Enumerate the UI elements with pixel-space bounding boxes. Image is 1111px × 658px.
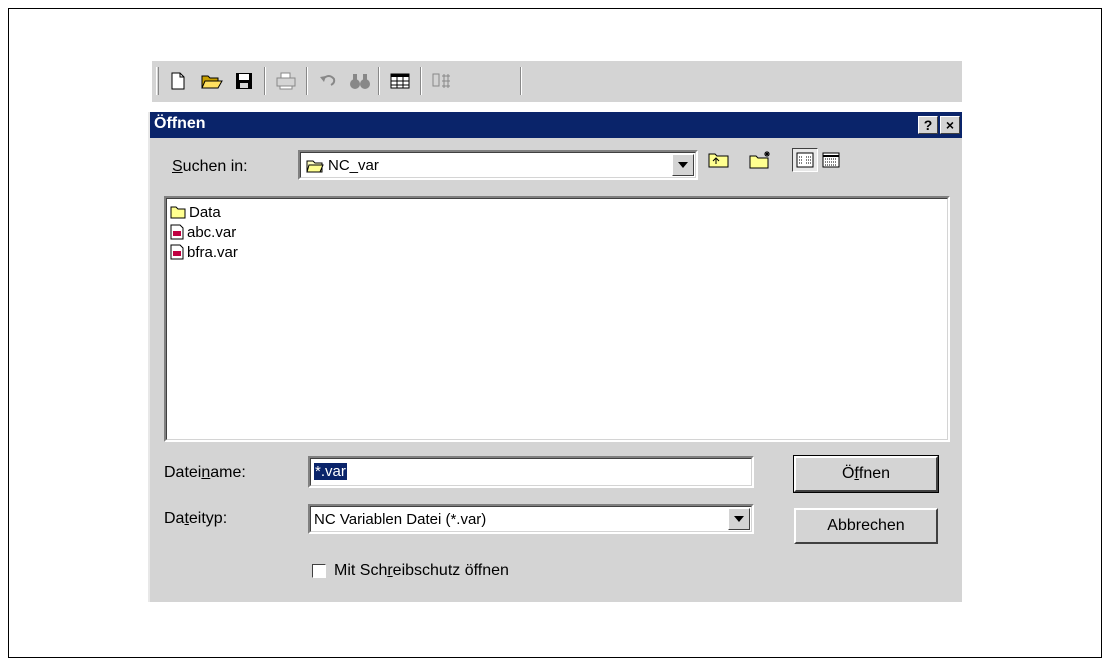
folder-icon xyxy=(170,206,186,219)
look-in-label: Suchen in: xyxy=(172,158,248,175)
filetype-value: NC Variablen Datei (*.var) xyxy=(314,511,487,528)
file-list[interactable]: Data abc.var bfra.var xyxy=(164,196,950,442)
filetype-dropdown-button[interactable] xyxy=(728,508,750,530)
chevron-down-icon xyxy=(678,162,688,168)
readonly-label[interactable]: Mit Schreibschutz öffnen xyxy=(334,562,509,580)
open-button[interactable]: Öf fnen xyxy=(793,455,939,493)
close-button[interactable]: × xyxy=(940,116,960,134)
dialog-title: Öffnen xyxy=(154,115,206,132)
toolbar-separator xyxy=(420,67,422,95)
look-in-combo[interactable]: NC_var xyxy=(298,150,698,180)
details-view-icon xyxy=(822,152,840,168)
help-button[interactable]: ? xyxy=(918,116,938,134)
details-view-button[interactable] xyxy=(818,148,844,172)
find-icon[interactable] xyxy=(348,69,372,93)
dialog-titlebar[interactable]: Öffnen ? × xyxy=(150,112,962,138)
filetype-label: Dateityp: xyxy=(164,510,228,527)
toolbar-separator xyxy=(306,67,308,95)
new-folder-button[interactable] xyxy=(748,148,774,172)
list-view-icon xyxy=(796,152,814,168)
filename-input[interactable]: *.var xyxy=(308,456,754,488)
open-folder-icon[interactable] xyxy=(200,69,224,93)
list-item[interactable]: abc.var xyxy=(170,222,236,242)
list-item[interactable]: bfra.var xyxy=(170,242,238,262)
open-dialog: Öffnen ? × Suchen in: NC_var Data abc.va… xyxy=(148,112,962,602)
filename-value: *.var xyxy=(314,463,347,480)
readonly-checkbox[interactable] xyxy=(312,564,326,578)
var-file-icon xyxy=(170,244,184,260)
open-folder-icon xyxy=(306,160,324,172)
table-icon[interactable] xyxy=(388,69,412,93)
filename-label: Dateiname: xyxy=(164,464,246,481)
new-folder-icon xyxy=(749,151,770,169)
look-in-dropdown-button[interactable] xyxy=(672,154,694,176)
look-in-value: NC_var xyxy=(328,157,379,174)
var-file-icon xyxy=(170,224,184,240)
file-name: abc.var xyxy=(187,223,237,241)
file-name: bfra.var xyxy=(187,243,238,261)
up-one-level-button[interactable] xyxy=(706,148,732,172)
network-icon[interactable] xyxy=(430,69,454,93)
filetype-select[interactable]: NC Variablen Datei (*.var) xyxy=(308,504,754,534)
toolbar xyxy=(152,60,962,102)
toolbar-separator xyxy=(378,67,380,95)
list-item[interactable]: Data xyxy=(170,202,221,222)
save-icon[interactable] xyxy=(232,69,256,93)
new-file-icon[interactable] xyxy=(166,69,190,93)
list-view-button[interactable] xyxy=(792,148,818,172)
file-name: Data xyxy=(189,203,221,221)
print-icon[interactable] xyxy=(274,69,298,93)
undo-icon[interactable] xyxy=(316,69,340,93)
cancel-button[interactable]: Abbrechen xyxy=(794,508,938,544)
chevron-down-icon xyxy=(734,516,744,522)
toolbar-separator xyxy=(264,67,266,95)
toolbar-grip[interactable] xyxy=(156,67,159,95)
toolbar-separator xyxy=(520,67,522,95)
folder-up-icon xyxy=(708,153,729,168)
